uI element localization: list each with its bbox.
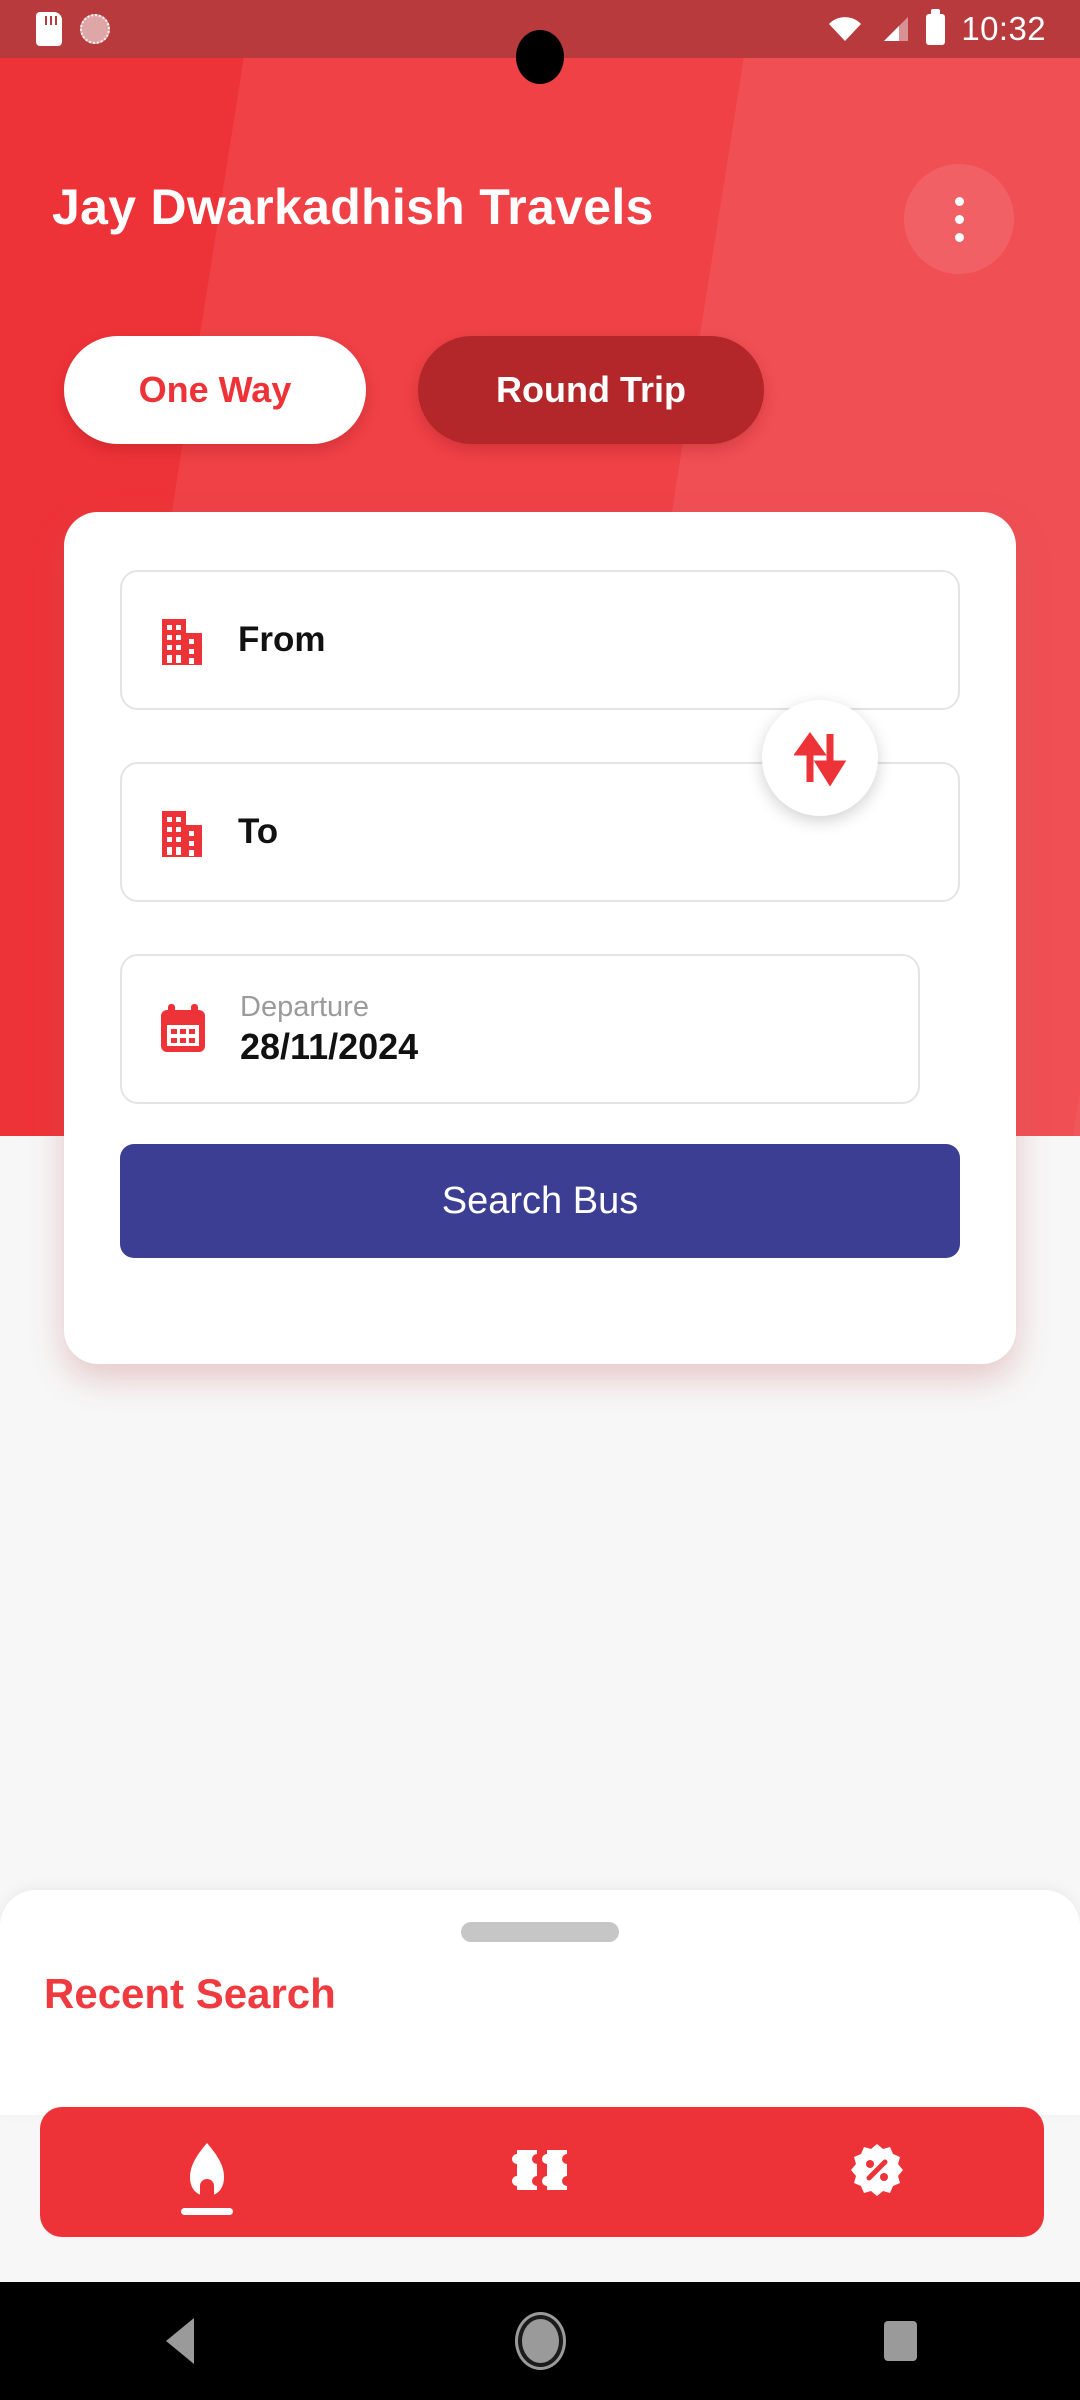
status-bar-right-icons: 10:32 <box>828 0 1046 58</box>
trip-type-tabs: One Way Round Trip <box>64 336 764 444</box>
back-triangle-icon <box>166 2318 194 2364</box>
offer-badge-icon <box>849 2142 905 2203</box>
android-home-button[interactable] <box>360 2315 720 2367</box>
recent-search-title: Recent Search <box>44 1970 336 2017</box>
search-bus-button[interactable]: Search Bus <box>120 1144 960 1258</box>
status-bar-clock: 10:32 <box>961 10 1046 47</box>
to-field-label: To <box>238 812 279 851</box>
sd-card-icon <box>36 12 62 46</box>
brightness-icon <box>80 14 110 44</box>
nav-active-indicator <box>181 2208 234 2215</box>
android-navigation-bar <box>0 2282 1080 2400</box>
phone-screen: 10:32 Jay Dwarkadhish Travels One Way Ro… <box>0 0 1080 2400</box>
building-icon <box>158 613 206 667</box>
tab-one-way[interactable]: One Way <box>64 336 366 444</box>
cellular-signal-icon <box>878 16 910 42</box>
battery-icon <box>926 8 946 45</box>
sheet-drag-handle[interactable] <box>461 1922 619 1942</box>
tab-round-trip[interactable]: Round Trip <box>418 336 764 444</box>
wifi-icon <box>828 16 862 42</box>
bottom-navigation-bar <box>40 2107 1044 2237</box>
departure-date-value: 28/11/2024 <box>240 1025 419 1067</box>
nav-item-ticket[interactable] <box>375 2107 710 2237</box>
android-back-button[interactable] <box>0 2318 360 2364</box>
camera-notch <box>516 30 564 84</box>
from-field-label: From <box>238 620 326 659</box>
departure-caption: Departure <box>240 990 369 1023</box>
home-circle-icon <box>517 2315 563 2367</box>
recents-square-icon <box>883 2321 917 2361</box>
departure-text-group: Departure 28/11/2024 <box>240 991 418 1068</box>
nav-item-home[interactable] <box>40 2107 375 2237</box>
building-icon <box>158 805 206 859</box>
status-bar-left-icons <box>36 0 110 58</box>
home-icon <box>179 2141 235 2204</box>
page-title: Jay Dwarkadhish Travels <box>52 179 654 235</box>
android-recents-button[interactable] <box>720 2321 1080 2361</box>
more-vertical-icon[interactable] <box>904 164 1014 274</box>
departure-date-field[interactable]: Departure 28/11/2024 <box>120 954 920 1104</box>
swap-vertical-icon[interactable] <box>762 700 878 816</box>
recent-search-sheet: Recent Search <box>0 1890 1080 2115</box>
ticket-icon <box>511 2144 573 2201</box>
calendar-icon <box>158 1003 208 1055</box>
nav-item-offers[interactable] <box>709 2107 1044 2237</box>
search-card: From To Departure 28/11/2024 Search Bus <box>64 512 1016 1364</box>
from-field[interactable]: From <box>120 570 960 710</box>
